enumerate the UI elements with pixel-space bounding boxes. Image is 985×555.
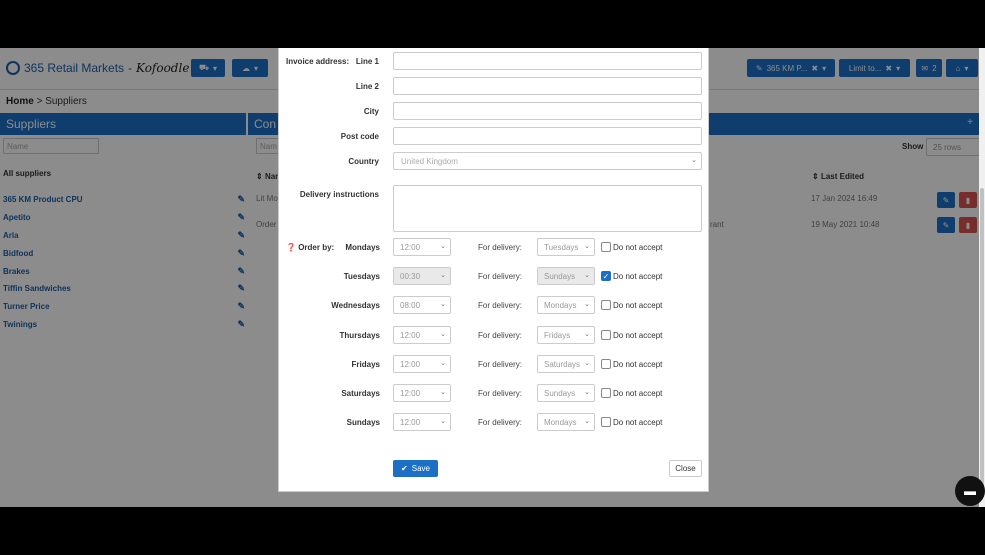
for-delivery-label: For delivery: xyxy=(478,301,523,311)
help-icon[interactable]: ❓ xyxy=(286,243,296,252)
delivery-day-select[interactable]: Fridays ⌄ xyxy=(537,325,595,344)
delivery-instructions-textarea[interactable] xyxy=(393,185,702,232)
order-time-value: 00:30 xyxy=(400,272,421,282)
close-button[interactable]: Close xyxy=(669,460,702,477)
delivery-day-value: Sundays xyxy=(544,389,576,398)
delivery-day-select[interactable]: Saturdays ⌄ xyxy=(537,354,595,373)
country-select[interactable]: United Kingdom ⌄ xyxy=(393,152,702,170)
delivery-day-value: Tuesdays xyxy=(544,243,579,252)
check-icon: ✔ xyxy=(401,464,408,473)
chevron-down-icon: ⌄ xyxy=(440,389,446,396)
chevron-down-icon: ⌄ xyxy=(584,301,590,309)
city-label: City xyxy=(363,107,379,116)
address-line1-input[interactable] xyxy=(393,52,702,70)
for-delivery-label: For delivery: xyxy=(478,359,523,369)
delivery-day-select[interactable]: Sundays ⌄ xyxy=(537,384,595,402)
for-delivery-label: For delivery: xyxy=(478,272,523,282)
do-not-accept-checkbox[interactable] xyxy=(601,358,611,369)
order-time-value: 12:00 xyxy=(400,389,421,398)
chevron-down-icon: ⌄ xyxy=(440,359,446,367)
chat-widget-button[interactable]: ▬ xyxy=(955,476,985,506)
chevron-down-icon: ⌄ xyxy=(584,330,590,338)
chevron-down-icon: ⌄ xyxy=(691,157,697,164)
chevron-down-icon: ⌄ xyxy=(584,243,590,250)
invoice-address-label: Invoice address: xyxy=(286,57,350,66)
order-by-label: ❓ Order by: xyxy=(286,243,334,252)
city-input[interactable] xyxy=(393,102,702,120)
app-screen: 365 Retail Markets - Kofoodle ⛟ ▾ ☁ ▾ ✎ 365… xyxy=(0,48,985,507)
line1-label: Line 1 xyxy=(355,57,379,66)
chevron-down-icon: ⌄ xyxy=(584,418,590,426)
do-not-accept-checkbox[interactable]: ✓ xyxy=(601,271,611,282)
order-day-label: Wednesdays xyxy=(331,301,380,311)
order-day-label: Thursdays xyxy=(339,330,380,340)
for-delivery-label: For delivery: xyxy=(478,418,523,428)
order-by-text: Order by: xyxy=(298,243,335,252)
order-day-label: Sundays xyxy=(346,418,380,428)
chevron-down-icon: ⌄ xyxy=(440,272,446,280)
delivery-day-value: Sundays xyxy=(544,272,576,282)
order-time-value: 12:00 xyxy=(400,359,421,369)
order-time-select[interactable]: 12:00 ⌄ xyxy=(393,238,451,256)
order-time-value: 12:00 xyxy=(400,243,421,252)
order-day-label: Fridays xyxy=(351,359,380,369)
supplier-edit-modal: Invoice address: Line 1 Line 2 City Post… xyxy=(278,48,709,492)
delivery-day-value: Fridays xyxy=(544,330,571,340)
order-time-select[interactable]: 00:30 ⌄ xyxy=(393,267,451,286)
save-button-label: Save xyxy=(411,464,430,473)
country-value: United Kingdom xyxy=(401,157,458,166)
order-time-select[interactable]: 12:00 ⌄ xyxy=(393,325,451,344)
do-not-accept-label: Do not accept xyxy=(613,243,663,252)
chevron-down-icon: ⌄ xyxy=(440,330,446,338)
chevron-down-icon: ⌄ xyxy=(584,272,590,280)
do-not-accept-label: Do not accept xyxy=(613,389,663,398)
delivery-day-select[interactable]: Mondays ⌄ xyxy=(537,413,595,432)
delivery-day-select[interactable]: Sundays ⌄ xyxy=(537,267,595,286)
do-not-accept-label: Do not accept xyxy=(613,418,663,428)
address-line2-input[interactable] xyxy=(393,77,702,95)
for-delivery-label: For delivery: xyxy=(478,330,523,340)
order-time-select[interactable]: 12:00 ⌄ xyxy=(393,384,451,402)
order-day-label: Mondays xyxy=(345,243,380,252)
save-button[interactable]: ✔ Save xyxy=(393,460,438,477)
chat-icon: ▬ xyxy=(964,484,976,498)
delivery-day-value: Saturdays xyxy=(544,359,581,369)
do-not-accept-label: Do not accept xyxy=(613,359,663,369)
order-day-label: Saturdays xyxy=(341,389,380,398)
delivery-day-value: Mondays xyxy=(544,418,577,428)
order-time-select[interactable]: 12:00 ⌄ xyxy=(393,413,451,432)
do-not-accept-label: Do not accept xyxy=(613,330,663,340)
order-time-select[interactable]: 08:00 ⌄ xyxy=(393,296,451,315)
do-not-accept-label: Do not accept xyxy=(613,272,663,282)
delivery-day-select[interactable]: Tuesdays ⌄ xyxy=(537,238,595,256)
scrollbar-thumb[interactable] xyxy=(980,188,984,488)
line2-label: Line 2 xyxy=(355,82,379,91)
for-delivery-label: For delivery: xyxy=(478,243,523,252)
country-label: Country xyxy=(348,157,379,166)
chevron-down-icon: ⌄ xyxy=(440,301,446,309)
chevron-down-icon: ⌄ xyxy=(440,243,446,250)
do-not-accept-checkbox[interactable] xyxy=(601,388,611,398)
postcode-input[interactable] xyxy=(393,127,702,145)
order-time-value: 08:00 xyxy=(400,301,421,311)
order-time-value: 12:00 xyxy=(400,330,421,340)
do-not-accept-label: Do not accept xyxy=(613,301,663,311)
do-not-accept-checkbox[interactable] xyxy=(601,300,611,311)
delivery-instructions-label: Delivery instructions xyxy=(299,190,379,199)
order-day-label: Tuesdays xyxy=(343,272,380,282)
delivery-day-select[interactable]: Mondays ⌄ xyxy=(537,296,595,315)
chevron-down-icon: ⌄ xyxy=(440,418,446,426)
chevron-down-icon: ⌄ xyxy=(584,389,590,396)
postcode-label: Post code xyxy=(340,132,379,141)
do-not-accept-checkbox[interactable] xyxy=(601,329,611,340)
page-scrollbar[interactable] xyxy=(979,48,985,507)
order-time-select[interactable]: 12:00 ⌄ xyxy=(393,354,451,373)
do-not-accept-checkbox[interactable] xyxy=(601,417,611,428)
do-not-accept-checkbox[interactable] xyxy=(601,242,611,252)
delivery-day-value: Mondays xyxy=(544,301,577,311)
order-time-value: 12:00 xyxy=(400,418,421,428)
for-delivery-label: For delivery: xyxy=(478,389,523,398)
chevron-down-icon: ⌄ xyxy=(584,359,590,367)
